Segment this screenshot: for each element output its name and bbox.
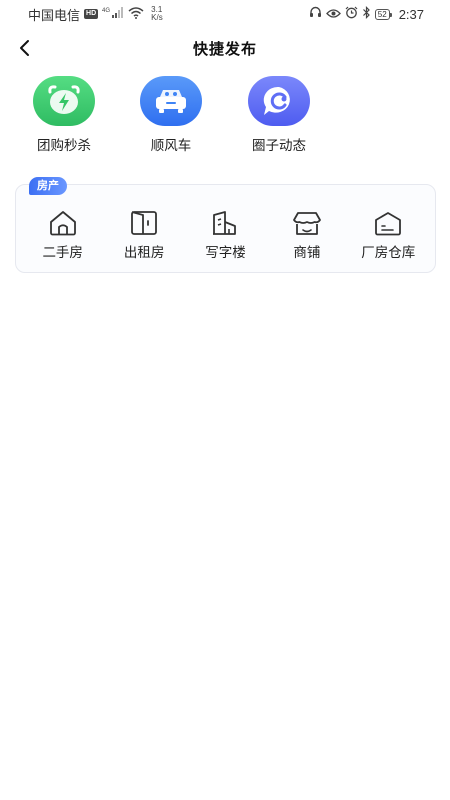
house-icon xyxy=(47,209,79,237)
category-shop[interactable]: 商铺 xyxy=(268,209,346,261)
category-label: 出租房 xyxy=(123,245,165,260)
page-title: 快捷发布 xyxy=(192,40,257,58)
quick-item-label: 团购秒杀 xyxy=(37,138,91,153)
door-icon xyxy=(128,209,160,237)
back-button[interactable] xyxy=(12,36,36,60)
network-speed-unit: K/s xyxy=(151,13,163,22)
category-factory-warehouse[interactable]: 厂房仓库 xyxy=(349,209,427,261)
battery-indicator: 52 xyxy=(374,8,392,20)
property-category-row: 二手房 出租房 写字楼 商铺 厂房仓库 xyxy=(16,209,435,261)
quick-item-label: 顺风车 xyxy=(150,138,192,153)
wifi-icon xyxy=(128,6,144,22)
category-rental[interactable]: 出租房 xyxy=(105,209,183,261)
alarm-clock-icon xyxy=(33,76,95,126)
quick-item-carpool[interactable]: 顺风车 xyxy=(126,76,216,154)
status-bar-left: 中国电信 HD 4G 3.1 K/s xyxy=(28,5,163,24)
carrier-name: 中国电信 xyxy=(28,7,81,23)
chat-bubble-icon xyxy=(248,76,310,126)
category-second-hand-house[interactable]: 二手房 xyxy=(24,209,102,261)
property-card: 房产 二手房 出租房 写字楼 商铺 厂房仓库 xyxy=(15,177,436,273)
category-office[interactable]: 写字楼 xyxy=(186,209,264,261)
car-icon xyxy=(140,76,202,126)
app-header: 快捷发布 xyxy=(0,28,450,68)
category-label: 写字楼 xyxy=(205,245,246,260)
quick-item-group-buy[interactable]: 团购秒杀 xyxy=(19,76,109,154)
office-building-icon xyxy=(209,209,241,237)
warehouse-icon xyxy=(372,209,404,237)
battery-level: 52 xyxy=(377,9,387,19)
eye-icon xyxy=(325,7,341,22)
hd-badge: HD xyxy=(84,9,99,19)
chevron-left-icon xyxy=(20,40,29,56)
quick-item-label: 圈子动态 xyxy=(252,138,306,153)
headphones-icon xyxy=(309,6,322,22)
property-tag: 房产 xyxy=(29,177,67,195)
category-label: 二手房 xyxy=(42,245,83,260)
alarm-icon xyxy=(345,6,358,22)
bluetooth-icon xyxy=(362,6,371,22)
status-bar: 中国电信 HD 4G 3.1 K/s 52 2:37 xyxy=(0,0,450,28)
category-label: 商铺 xyxy=(293,245,321,260)
status-bar-right: 52 2:37 xyxy=(309,6,424,22)
signal-icon: 4G xyxy=(102,6,124,22)
quick-item-circle-post[interactable]: 圈子动态 xyxy=(234,76,324,154)
clock-time: 2:37 xyxy=(398,6,424,22)
category-label: 厂房仓库 xyxy=(361,245,416,260)
network-speed: 3.1 K/s xyxy=(151,6,163,22)
network-type: 4G xyxy=(102,8,110,14)
storefront-icon xyxy=(291,209,323,237)
quick-publish-row: 团购秒杀 顺风车 圈子动态 xyxy=(0,76,450,156)
